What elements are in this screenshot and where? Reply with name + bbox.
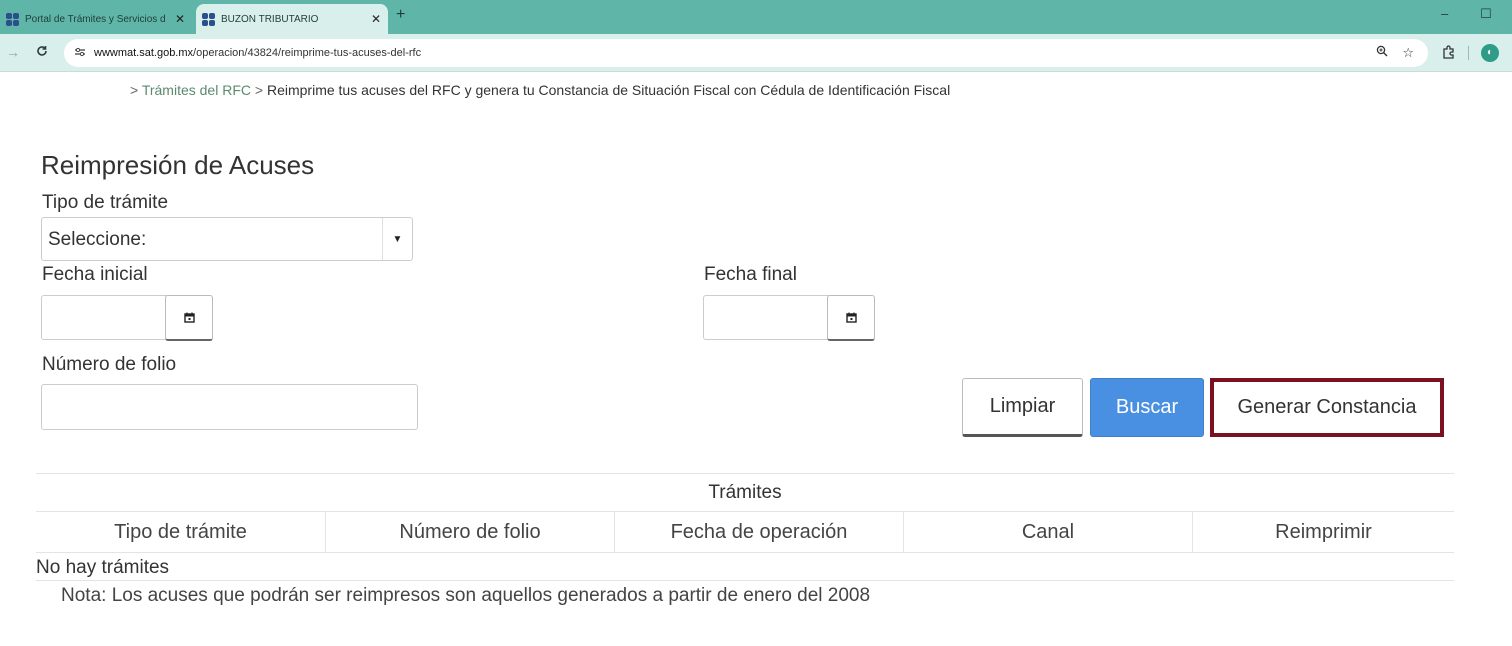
page-title: Reimpresión de Acuses — [41, 150, 315, 180]
calendar-icon — [845, 312, 857, 323]
footnote-text: Nota: Los acuses que podrán ser reimpres… — [61, 585, 871, 606]
browser-toolbar: → wwwmat.sat.gob.mx/operacion/43824/reim… — [0, 34, 1512, 72]
fecha-inicial-label: Fecha inicial — [42, 264, 148, 285]
breadcrumb-current: Reimprime tus acuses del RFC y genera tu… — [266, 82, 951, 98]
breadcrumb-link-tramites-rfc[interactable]: Trámites del RFC — [142, 82, 251, 98]
sat-favicon-icon — [202, 12, 215, 26]
maximize-icon[interactable]: ☐ — [1480, 6, 1492, 22]
column-header-fecha-operacion: Fecha de operación — [614, 512, 903, 552]
address-bar[interactable]: wwwmat.sat.gob.mx/operacion/43824/reimpr… — [64, 39, 1428, 67]
fecha-inicial-input[interactable] — [41, 295, 167, 340]
generar-constancia-button[interactable]: Generar Constancia — [1210, 378, 1444, 437]
site-info-icon[interactable] — [74, 47, 86, 60]
numero-folio-label: Número de folio — [42, 354, 177, 375]
tab-title: BUZÓN TRIBUTARIO — [221, 13, 319, 25]
tipo-tramite-label: Tipo de trámite — [42, 192, 169, 213]
column-header-numero-folio: Número de folio — [325, 512, 614, 552]
tab-close-icon[interactable]: ✕ — [172, 12, 188, 26]
zoom-icon[interactable] — [1376, 45, 1388, 61]
minimize-icon[interactable]: – — [1441, 6, 1448, 21]
browser-tab-buzon[interactable]: BUZÓN TRIBUTARIO ✕ — [196, 4, 388, 34]
sat-favicon-icon — [6, 12, 19, 26]
toolbar-divider — [1468, 46, 1469, 60]
breadcrumb-separator: > — [130, 82, 139, 98]
column-header-tipo-tramite: Tipo de trámite — [114, 520, 247, 543]
tab-title: Portal de Trámites y Servicios d — [25, 13, 166, 25]
breadcrumb-separator: > — [254, 82, 264, 98]
bookmark-star-icon[interactable]: ☆ — [1402, 45, 1414, 61]
tab-close-icon[interactable]: ✕ — [368, 12, 384, 26]
tipo-tramite-select[interactable]: Seleccione: ▼ — [41, 217, 413, 261]
calendar-icon — [183, 312, 195, 323]
numero-folio-input[interactable] — [41, 384, 418, 430]
profile-avatar-icon[interactable]: ◐ — [1481, 44, 1499, 62]
browser-tab-portal[interactable]: Portal de Trámites y Servicios d ✕ — [0, 4, 192, 34]
forward-icon[interactable]: → — [6, 44, 20, 60]
buscar-button[interactable]: Buscar — [1090, 378, 1204, 437]
new-tab-icon[interactable]: + — [396, 6, 405, 24]
fecha-final-calendar-button[interactable] — [827, 295, 875, 341]
url-path: /operacion/43824/reimprime-tus-acuses-de… — [193, 47, 422, 59]
table-header-row: Tipo de trámite Número de folio Fecha de… — [36, 512, 1454, 553]
reload-icon[interactable] — [36, 44, 48, 60]
url-host: wwwmat.sat.gob.mx — [94, 47, 194, 59]
caret-down-icon: ▼ — [382, 218, 412, 260]
tramites-table: Trámites Tipo de trámite Número de folio… — [36, 473, 1454, 581]
fecha-inicial-calendar-button[interactable] — [165, 295, 213, 341]
extensions-icon[interactable] — [1442, 44, 1456, 62]
column-header-reimprimir: Reimprimir — [1192, 512, 1454, 552]
fecha-final-label: Fecha final — [704, 264, 797, 285]
limpiar-button[interactable]: Limpiar — [962, 378, 1083, 437]
breadcrumb: > Trámites del RFC > Reimprime tus acuse… — [130, 82, 950, 98]
table-caption: Trámites — [36, 474, 1454, 512]
table-empty-message: No hay trámites — [36, 553, 1454, 581]
column-header-canal: Canal — [903, 512, 1192, 552]
tipo-tramite-selected-value: Seleccione: — [48, 229, 147, 250]
browser-tab-bar: Portal de Trámites y Servicios d ✕ BUZÓN… — [0, 0, 1512, 34]
url-text: wwwmat.sat.gob.mx/operacion/43824/reimpr… — [94, 47, 421, 59]
fecha-final-input[interactable] — [703, 295, 829, 340]
